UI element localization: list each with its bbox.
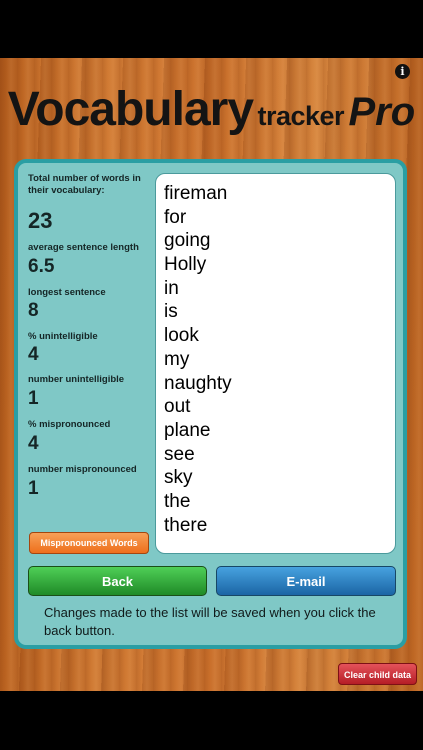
word-list-item[interactable]: there <box>164 514 395 538</box>
word-list-item[interactable]: is <box>164 300 395 324</box>
word-list-item[interactable]: going <box>164 229 395 253</box>
word-list-item[interactable]: out <box>164 395 395 419</box>
word-list-item[interactable]: in <box>164 277 395 301</box>
pct-mispronounced-value: 4 <box>28 433 39 454</box>
status-bar <box>0 0 423 58</box>
longest-sentence-label: longest sentence <box>28 287 106 298</box>
title-word-tracker: tracker <box>257 101 345 131</box>
word-list-item[interactable]: the <box>164 490 395 514</box>
save-note: Changes made to the list will be saved w… <box>44 605 376 638</box>
pct-unintelligible-value: 4 <box>28 344 39 365</box>
word-list-item[interactable]: look <box>164 324 395 348</box>
num-mispronounced-label: number mispronounced <box>28 464 137 475</box>
mispronounced-words-button[interactable]: Mispronounced Words <box>29 532 149 554</box>
word-list-item[interactable]: fireman <box>164 182 395 206</box>
word-list-item[interactable]: naughty <box>164 372 395 396</box>
word-list-item[interactable]: sky <box>164 466 395 490</box>
word-list-item[interactable]: my <box>164 348 395 372</box>
avg-sentence-length-value: 6.5 <box>28 256 55 277</box>
word-list[interactable]: fireman for going Holly in is look my naughty out… <box>155 173 396 554</box>
word-list-item[interactable]: for <box>164 206 395 230</box>
back-button[interactable]: Back <box>28 566 207 596</box>
pct-mispronounced-label: % mispronounced <box>28 419 111 430</box>
num-unintelligible-value: 1 <box>28 388 39 409</box>
info-icon[interactable]: i <box>395 64 410 79</box>
num-mispronounced-value: 1 <box>28 478 39 499</box>
email-button[interactable]: E-mail <box>216 566 396 596</box>
word-list-item[interactable]: Holly <box>164 253 395 277</box>
avg-sentence-length-label: average sentence length <box>28 242 139 253</box>
title-word-pro: Pro <box>348 90 416 134</box>
total-words-value: 23 <box>28 208 53 233</box>
pct-unintelligible-label: % unintelligible <box>28 331 98 342</box>
clear-child-data-button[interactable]: Clear child data <box>338 663 417 685</box>
app-title: Vocabulary tracker Pro <box>0 82 423 137</box>
word-list-item[interactable]: see <box>164 443 395 467</box>
title-word-vocabulary: Vocabulary <box>7 83 254 136</box>
num-unintelligible-label: number unintelligible <box>28 374 125 385</box>
longest-sentence-value: 8 <box>28 300 39 321</box>
word-list-item[interactable]: plane <box>164 419 395 443</box>
total-words-label: Total number of words in their vocabular… <box>28 173 141 196</box>
bottom-bar <box>0 691 423 750</box>
